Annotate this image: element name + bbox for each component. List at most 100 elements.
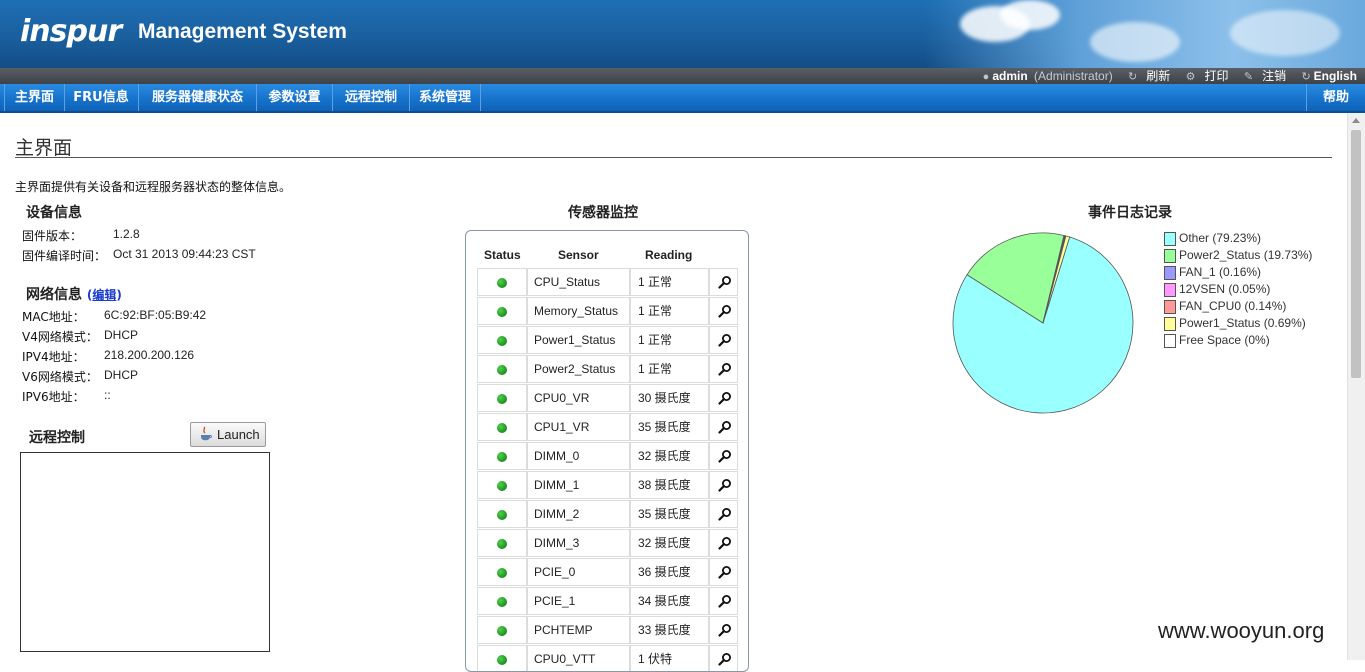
- sensor-row: Power1_Status 1 正常: [477, 326, 738, 354]
- sensor-status-cell: [477, 500, 527, 528]
- v6-mode-label: V6网络模式：: [22, 370, 98, 384]
- nav-system-management[interactable]: 系统管理: [410, 84, 481, 111]
- sensor-status-cell: [477, 384, 527, 412]
- nav-help[interactable]: 帮助: [1306, 84, 1365, 111]
- column-sensor: Sensor: [558, 248, 599, 262]
- sensor-status-cell: [477, 413, 527, 441]
- print-label: 打印: [1204, 69, 1229, 83]
- sensor-row: DIMM_1 38 摄氏度: [477, 471, 738, 499]
- sensor-row: Memory_Status 1 正常: [477, 297, 738, 325]
- sensor-status-cell: [477, 471, 527, 499]
- magnifier-icon: [718, 566, 731, 579]
- scroll-up-arrow-icon[interactable]: [1352, 118, 1360, 123]
- status-ok-icon: [497, 655, 507, 665]
- legend-label: FAN_CPU0 (0.14%): [1179, 299, 1287, 313]
- status-ok-icon: [497, 336, 507, 346]
- sensor-reading: 1 正常: [630, 355, 709, 383]
- status-ok-icon: [497, 626, 507, 636]
- sensor-detail-button[interactable]: [709, 297, 738, 325]
- sensor-status-cell: [477, 268, 527, 296]
- scrollbar-thumb[interactable]: [1351, 130, 1361, 378]
- sensor-reading: 32 摄氏度: [630, 529, 709, 557]
- sensor-detail-button[interactable]: [709, 529, 738, 557]
- legend-label: Other (79.23%): [1179, 231, 1262, 245]
- legend-swatch: [1164, 232, 1176, 246]
- sensor-name: Power2_Status: [527, 355, 630, 383]
- edit-close-paren: ): [116, 288, 122, 302]
- sensor-detail-button[interactable]: [709, 587, 738, 615]
- sensor-detail-button[interactable]: [709, 384, 738, 412]
- sensor-reading: 1 正常: [630, 297, 709, 325]
- network-info-heading: 网络信息 (编辑): [26, 284, 122, 304]
- sensor-detail-button[interactable]: [709, 558, 738, 586]
- sensor-row: CPU0_VR 30 摄氏度: [477, 384, 738, 412]
- user-name: admin: [992, 69, 1028, 83]
- user-icon: ●: [982, 71, 990, 83]
- sensor-reading: 33 摄氏度: [630, 616, 709, 644]
- sensor-detail-button[interactable]: [709, 471, 738, 499]
- sensor-monitor-heading: 传感器监控: [568, 205, 638, 221]
- logout-link[interactable]: ✎ 注销: [1238, 69, 1286, 83]
- magnifier-icon: [718, 276, 731, 289]
- sensor-name: CPU0_VTT: [527, 645, 630, 671]
- sensor-detail-button[interactable]: [709, 268, 738, 296]
- legend-swatch: [1164, 334, 1176, 348]
- print-link[interactable]: ⚙ 打印: [1180, 69, 1229, 83]
- sensor-row: CPU1_VR 35 摄氏度: [477, 413, 738, 441]
- nav-remote-control[interactable]: 远程控制: [333, 84, 410, 111]
- sensor-detail-button[interactable]: [709, 413, 738, 441]
- launch-button[interactable]: Launch: [190, 422, 266, 447]
- magnifier-icon: [718, 537, 731, 550]
- sensor-detail-button[interactable]: [709, 326, 738, 354]
- magnifier-icon: [718, 450, 731, 463]
- sensor-status-cell: [477, 529, 527, 557]
- sensor-detail-button[interactable]: [709, 616, 738, 644]
- language-label: English: [1313, 69, 1357, 83]
- column-status: Status: [484, 248, 521, 262]
- magnifier-icon: [718, 624, 731, 637]
- nav-settings[interactable]: 参数设置: [257, 84, 333, 111]
- sensor-detail-button[interactable]: [709, 442, 738, 470]
- status-ok-icon: [497, 539, 507, 549]
- page-scrollbar[interactable]: [1347, 113, 1365, 660]
- magnifier-icon: [718, 421, 731, 434]
- remote-control-heading: 远程控制: [29, 430, 85, 446]
- legend-label: Power2_Status (19.73%): [1179, 248, 1313, 262]
- remote-console-preview[interactable]: [20, 452, 270, 652]
- user-role: (Administrator): [1034, 69, 1113, 83]
- sensor-detail-button[interactable]: [709, 355, 738, 383]
- sensor-detail-button[interactable]: [709, 500, 738, 528]
- nav-server-health[interactable]: 服务器健康状态: [139, 84, 257, 111]
- refresh-label: 刷新: [1146, 69, 1171, 83]
- sensor-reading: 32 摄氏度: [630, 442, 709, 470]
- status-ok-icon: [497, 481, 507, 491]
- cloud-decoration: [1230, 10, 1340, 56]
- refresh-link[interactable]: ↻ 刷新: [1122, 69, 1170, 83]
- cloud-decoration: [1090, 22, 1180, 62]
- v4-mode-value: DHCP: [104, 328, 139, 342]
- language-icon: ↻: [1301, 71, 1311, 83]
- language-link[interactable]: ↻ English: [1295, 69, 1357, 83]
- legend-swatch: [1164, 266, 1176, 280]
- nav-home[interactable]: 主界面: [4, 84, 65, 111]
- magnifier-icon: [718, 363, 731, 376]
- title-divider: [15, 157, 1332, 158]
- status-ok-icon: [497, 394, 507, 404]
- app-header: inspur Management System: [0, 0, 1365, 68]
- status-ok-icon: [497, 597, 507, 607]
- refresh-icon: ↻: [1128, 71, 1138, 83]
- logout-label: 注销: [1262, 69, 1287, 83]
- sensor-row: DIMM_0 32 摄氏度: [477, 442, 738, 470]
- event-log-heading: 事件日志记录: [1088, 205, 1172, 221]
- sensor-row: DIMM_3 32 摄氏度: [477, 529, 738, 557]
- sensor-row: PCIE_1 34 摄氏度: [477, 587, 738, 615]
- edit-network-link[interactable]: 编辑: [92, 288, 116, 302]
- mac-value: 6C:92:BF:05:B9:42: [104, 308, 207, 322]
- watermark-text: www.wooyun.org: [1158, 618, 1325, 643]
- sensor-detail-button[interactable]: [709, 645, 738, 671]
- user-info: ● admin (Administrator): [983, 69, 1116, 83]
- main-nav: 主界面 FRU信息 服务器健康状态 参数设置 远程控制 系统管理 帮助: [0, 84, 1365, 113]
- sensor-name: DIMM_2: [527, 500, 630, 528]
- sensor-status-cell: [477, 645, 527, 671]
- nav-fru-info[interactable]: FRU信息: [64, 84, 139, 111]
